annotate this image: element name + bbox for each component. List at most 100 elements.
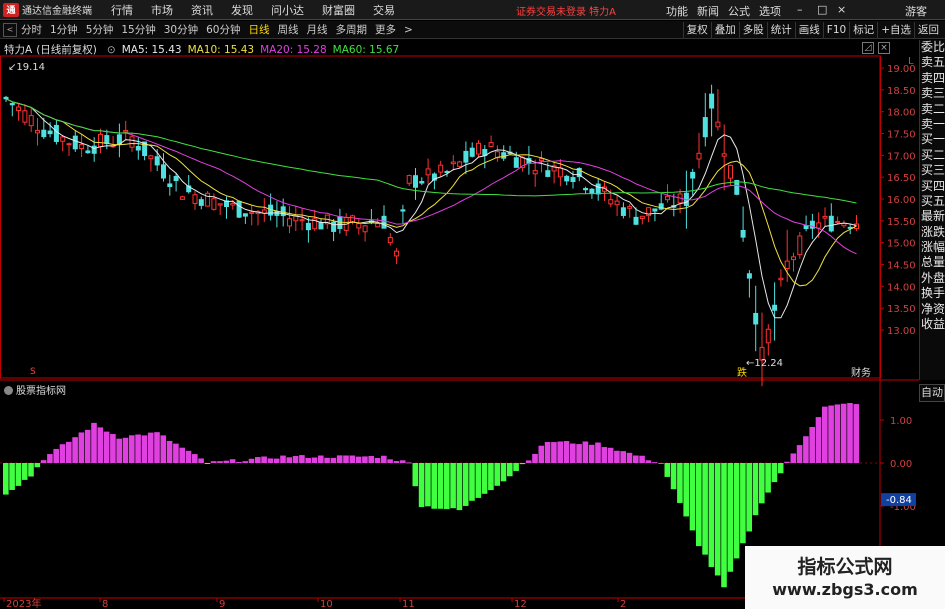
f10-button[interactable]: F10 bbox=[822, 22, 849, 38]
side-item-11[interactable]: 最新 bbox=[920, 209, 945, 224]
candle-body bbox=[161, 164, 166, 179]
candle-body bbox=[778, 277, 784, 281]
side-item-10[interactable]: 买五 bbox=[920, 194, 945, 209]
menu-item-options[interactable]: 选项 bbox=[759, 3, 781, 19]
expand-icon[interactable]: ◿ bbox=[862, 42, 874, 54]
indicator-bar bbox=[588, 444, 595, 463]
price-tick-label: 16.50 bbox=[887, 173, 916, 184]
maximize-icon[interactable]: □ bbox=[817, 3, 827, 16]
login-status[interactable]: 证券交易未登录 特力A bbox=[516, 3, 616, 18]
legend-gear-icon[interactable]: ⊙ bbox=[107, 44, 116, 56]
indicator-bar bbox=[796, 445, 803, 463]
tab-intraday[interactable]: 分时 bbox=[21, 22, 42, 37]
indicator-gear-icon[interactable] bbox=[4, 386, 13, 395]
candle-body bbox=[142, 141, 148, 157]
menu-item-discover[interactable]: 发现 bbox=[231, 2, 253, 18]
tab-monthly[interactable]: 月线 bbox=[307, 22, 328, 37]
menu-item-formula[interactable]: 公式 bbox=[728, 3, 750, 19]
side-item-7[interactable]: 买二 bbox=[920, 148, 945, 163]
candle-body bbox=[620, 207, 626, 216]
multi-stock-button[interactable]: 多股 bbox=[738, 22, 767, 38]
side-item-5[interactable]: 卖一 bbox=[920, 117, 945, 132]
tab-1min[interactable]: 1分钟 bbox=[50, 22, 78, 37]
side-item-17[interactable]: 净资 bbox=[920, 302, 945, 317]
close-icon[interactable]: × bbox=[837, 3, 846, 16]
tab-multi-period[interactable]: 多周期 bbox=[336, 22, 368, 37]
side-item-8[interactable]: 买三 bbox=[920, 163, 945, 178]
indicator-bar bbox=[255, 457, 261, 463]
tab-weekly[interactable]: 周线 bbox=[278, 22, 299, 37]
menu-item-news-right[interactable]: 新闻 bbox=[697, 3, 719, 19]
indicator-bar bbox=[696, 463, 702, 547]
candle-body bbox=[444, 170, 450, 173]
limit-down-marker: 跌 bbox=[737, 366, 747, 379]
tab-daily[interactable]: 日线 bbox=[249, 22, 270, 37]
stats-button[interactable]: 统计 bbox=[766, 22, 795, 38]
guest-user[interactable]: 游客 bbox=[905, 3, 927, 19]
minimize-icon[interactable]: – bbox=[797, 3, 803, 16]
indicator-bar bbox=[9, 463, 15, 490]
side-item-1[interactable]: 卖五 bbox=[920, 55, 945, 70]
candle-body bbox=[394, 250, 400, 257]
indicator-bar bbox=[431, 463, 437, 509]
menu-item-news[interactable]: 资讯 bbox=[191, 2, 213, 18]
candle-body bbox=[72, 135, 78, 150]
side-item-0[interactable]: 委比 bbox=[920, 40, 945, 55]
side-item-13[interactable]: 涨幅 bbox=[920, 240, 945, 255]
indicator-bar bbox=[815, 417, 822, 463]
menu-item-ask[interactable]: 问小达 bbox=[271, 2, 304, 18]
candle-body bbox=[463, 150, 469, 163]
side-item-15[interactable]: 外盘 bbox=[920, 271, 945, 286]
side-item-6[interactable]: 买一 bbox=[920, 132, 945, 147]
side-item-14[interactable]: 总量 bbox=[920, 255, 945, 270]
indicator-bar bbox=[399, 460, 406, 463]
menu-item-quotes[interactable]: 行情 bbox=[111, 2, 133, 18]
overlay-button[interactable]: 叠加 bbox=[710, 22, 739, 38]
menu-item-market[interactable]: 市场 bbox=[151, 2, 173, 18]
candle-body bbox=[22, 110, 28, 123]
menu-bar: 通 通达信金融终端 行情 市场 资讯 发现 问小达 财富圈 交易 证券交易未登录… bbox=[0, 0, 945, 20]
close-chart-icon[interactable]: × bbox=[878, 42, 890, 54]
tab-more[interactable]: 更多 bbox=[375, 22, 396, 37]
tab-30min[interactable]: 30分钟 bbox=[164, 22, 198, 37]
tab-60min[interactable]: 60分钟 bbox=[206, 22, 240, 37]
indicator-bar bbox=[840, 403, 847, 463]
indicator-bar bbox=[47, 454, 53, 463]
indicator-title[interactable]: 股票指标网 bbox=[4, 382, 66, 397]
add-watchlist-button[interactable]: +自选 bbox=[877, 22, 914, 38]
indicator-bar bbox=[3, 463, 9, 495]
candle-body bbox=[324, 214, 330, 225]
menu-item-functions[interactable]: 功能 bbox=[666, 3, 688, 19]
adjust-button[interactable]: 复权 bbox=[682, 22, 711, 38]
period-bar: < 分时 1分钟 5分钟 15分钟 30分钟 60分钟 日线 周线 月线 多周期… bbox=[0, 21, 945, 39]
mark-button[interactable]: 标记 bbox=[849, 22, 877, 38]
stock-name[interactable]: 特力A bbox=[4, 42, 32, 57]
current-value-box bbox=[881, 493, 916, 507]
return-button[interactable]: 返回 bbox=[914, 22, 942, 38]
candle-body bbox=[501, 152, 507, 159]
side-item-16[interactable]: 换手 bbox=[920, 286, 945, 301]
auto-scale-button[interactable]: 自动 bbox=[919, 384, 945, 402]
back-arrow-icon[interactable]: < bbox=[3, 22, 17, 37]
menu-item-wealth[interactable]: 财富圈 bbox=[322, 2, 355, 18]
more-arrow-icon[interactable]: > bbox=[404, 24, 413, 36]
side-item-9[interactable]: 买四 bbox=[920, 179, 945, 194]
price-mode[interactable]: (日线前复权) bbox=[36, 42, 97, 57]
indicator-bar bbox=[456, 463, 463, 511]
draw-line-button[interactable]: 画线 bbox=[794, 22, 823, 38]
indicator-bar bbox=[664, 463, 671, 477]
tab-15min[interactable]: 15分钟 bbox=[121, 22, 155, 37]
indicator-bar bbox=[809, 426, 815, 463]
price-tick-label: 16.00 bbox=[887, 195, 916, 206]
price-tick-label: 15.00 bbox=[887, 239, 916, 250]
tab-5min[interactable]: 5分钟 bbox=[86, 22, 114, 37]
side-item-4[interactable]: 卖二 bbox=[920, 102, 945, 117]
side-item-12[interactable]: 涨跌 bbox=[920, 225, 945, 240]
indicator-bar bbox=[147, 432, 154, 463]
side-item-3[interactable]: 卖三 bbox=[920, 86, 945, 101]
ma20-label: MA20: 15.28 bbox=[260, 43, 327, 56]
indicator-bar bbox=[368, 455, 374, 463]
side-item-2[interactable]: 卖四 bbox=[920, 71, 945, 86]
side-item-18[interactable]: 收益 bbox=[920, 317, 945, 332]
menu-item-trade[interactable]: 交易 bbox=[373, 2, 395, 18]
